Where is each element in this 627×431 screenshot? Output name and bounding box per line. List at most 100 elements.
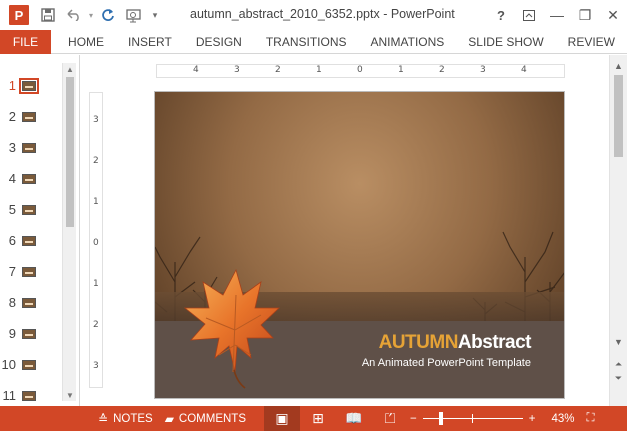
slide-number: 10 bbox=[1, 357, 16, 372]
scroll-down-arrow-icon[interactable]: ▼ bbox=[610, 335, 627, 349]
fit-slide-button[interactable]: ⛶ bbox=[580, 406, 600, 431]
zoom-percent[interactable]: 43% bbox=[537, 406, 580, 431]
restore-icon[interactable]: ❐ bbox=[571, 1, 599, 29]
slide-subtitle[interactable]: An Animated PowerPoint Template bbox=[362, 357, 531, 369]
editor-scroll-thumb[interactable] bbox=[614, 75, 623, 157]
slide-thumbnail-9[interactable]: 9 bbox=[0, 318, 62, 349]
thumbnail-scrollbar[interactable]: ▲ ▼ bbox=[62, 63, 76, 401]
slide-thumbnail-image bbox=[22, 297, 36, 308]
quick-access-toolbar: P ▾ ▾ bbox=[0, 0, 163, 30]
slide-thumbnail-3[interactable]: 3 bbox=[0, 132, 62, 163]
tab-slide-show[interactable]: SLIDE SHOW bbox=[456, 30, 555, 54]
ruler-tick-label: 4 bbox=[521, 65, 527, 75]
window-controls: ? — ❐ ✕ bbox=[487, 0, 627, 30]
reading-view-button[interactable]: 📖 bbox=[336, 406, 372, 431]
tab-file[interactable]: FILE bbox=[0, 30, 52, 54]
slide-thumbnail-1[interactable]: 1 bbox=[0, 70, 62, 101]
ruler-tick-label: 1 bbox=[93, 279, 99, 289]
thumbnail-scroll-thumb[interactable] bbox=[66, 77, 74, 227]
zoom-slider[interactable] bbox=[422, 406, 523, 431]
save-icon[interactable] bbox=[38, 4, 58, 26]
zoom-slider-track bbox=[422, 418, 523, 419]
customize-toolbar-icon[interactable]: ▾ bbox=[150, 4, 160, 26]
ruler-tick-label: 0 bbox=[93, 238, 99, 248]
zoom-slider-midmark bbox=[471, 414, 473, 423]
undo-icon[interactable] bbox=[64, 4, 84, 26]
slide-thumbnail-8[interactable]: 8 bbox=[0, 287, 62, 318]
title-bar: P ▾ ▾ autumn_abstract_2010_6352.pptx - P… bbox=[0, 0, 627, 30]
status-bar: ≙ NOTES ▰ COMMENTS ▣ ⊞ 📖 ⏍ − + 43% ⛶ bbox=[0, 406, 627, 431]
editor-scrollbar[interactable]: ▲ ▼ ⏶ ⏷ bbox=[609, 55, 627, 406]
powerpoint-app-icon[interactable]: P bbox=[9, 5, 29, 25]
slide-number: 1 bbox=[8, 78, 16, 93]
slide-thumbnail-image bbox=[19, 77, 39, 94]
ruler-tick-label: 3 bbox=[234, 65, 240, 75]
fit-to-window-icon: ⛶ bbox=[586, 412, 595, 424]
undo-dropdown-icon[interactable]: ▾ bbox=[87, 4, 95, 26]
slide-number: 5 bbox=[8, 202, 16, 217]
slide-number: 3 bbox=[8, 140, 16, 155]
next-slide-icon[interactable]: ⏷ bbox=[610, 371, 627, 385]
help-icon[interactable]: ? bbox=[487, 1, 515, 29]
slide-thumbnail-image bbox=[22, 359, 36, 370]
slide-thumbnail-6[interactable]: 6 bbox=[0, 225, 62, 256]
slide-thumbnail-image bbox=[22, 235, 36, 246]
slide-thumbnail-4[interactable]: 4 bbox=[0, 163, 62, 194]
ribbon-tabs: FILE HOME INSERT DESIGN TRANSITIONS ANIM… bbox=[0, 30, 627, 54]
slide-thumbnail-image bbox=[22, 390, 36, 401]
scroll-down-arrow-icon[interactable]: ▼ bbox=[63, 389, 77, 401]
slide-show-button[interactable]: ⏍ bbox=[372, 406, 408, 431]
slide-sorter-button[interactable]: ⊞ bbox=[300, 406, 336, 431]
presentation-icon[interactable] bbox=[124, 4, 144, 26]
slide-thumbnail-image bbox=[22, 111, 36, 122]
slide-number: 8 bbox=[8, 295, 16, 310]
slide-thumbnail-7[interactable]: 7 bbox=[0, 256, 62, 287]
slide-thumbnail-pane: 1 2 3 4 5 6 7 8 9 10 11 ▲ ▼ bbox=[0, 55, 80, 406]
comment-icon: ▰ bbox=[164, 411, 174, 426]
zoom-in-button[interactable]: + bbox=[527, 406, 538, 431]
slide-thumbnail-image bbox=[22, 204, 36, 215]
tab-home[interactable]: HOME bbox=[51, 30, 116, 54]
scroll-up-arrow-icon[interactable]: ▲ bbox=[63, 63, 77, 75]
normal-view-button[interactable]: ▣ bbox=[264, 406, 301, 431]
slide-number: 11 bbox=[2, 388, 17, 403]
slide-thumbnail-image bbox=[22, 142, 36, 153]
comments-label: COMMENTS bbox=[178, 412, 247, 425]
tab-design[interactable]: DESIGN bbox=[184, 30, 254, 54]
slide-canvas[interactable]: AUTUMNAbstract An Animated PowerPoint Te… bbox=[154, 91, 565, 399]
slide-sorter-icon: ⊞ bbox=[312, 410, 324, 426]
tab-insert[interactable]: INSERT bbox=[116, 30, 184, 54]
slide-title-accent: AUTUMN bbox=[378, 332, 459, 353]
slide-thumbnail-5[interactable]: 5 bbox=[0, 194, 62, 225]
notes-icon: ≙ bbox=[98, 411, 109, 426]
minimize-icon[interactable]: — bbox=[543, 1, 571, 29]
ruler-tick-label: 0 bbox=[357, 65, 363, 75]
tab-transitions[interactable]: TRANSITIONS bbox=[254, 30, 359, 54]
tab-review[interactable]: REVIEW bbox=[556, 30, 627, 54]
zoom-slider-knob[interactable] bbox=[438, 412, 443, 425]
redo-icon[interactable] bbox=[98, 4, 118, 26]
zoom-out-button[interactable]: − bbox=[408, 406, 419, 431]
ruler-tick-label: 1 bbox=[316, 65, 322, 75]
tab-animations[interactable]: ANIMATIONS bbox=[359, 30, 457, 54]
horizontal-ruler: 4 3 2 1 0 1 2 3 4 bbox=[156, 64, 565, 78]
previous-slide-icon[interactable]: ⏶ bbox=[610, 357, 627, 371]
ribbon-display-options-icon[interactable] bbox=[515, 1, 543, 29]
slide-title[interactable]: AUTUMNAbstract bbox=[378, 332, 532, 354]
ruler-tick-label: 4 bbox=[193, 65, 199, 75]
ruler-tick-label: 1 bbox=[93, 197, 99, 207]
comments-button[interactable]: ▰ COMMENTS bbox=[159, 406, 252, 431]
slide-title-main: Abstract bbox=[457, 332, 532, 353]
close-icon[interactable]: ✕ bbox=[599, 1, 627, 29]
notes-label: NOTES bbox=[113, 412, 153, 425]
slide-thumbnail-10[interactable]: 10 bbox=[0, 349, 62, 380]
vertical-ruler: 3 2 1 0 1 2 3 bbox=[89, 92, 103, 388]
slide-thumbnail-image bbox=[22, 173, 36, 184]
slide-number: 4 bbox=[8, 171, 16, 186]
scroll-up-arrow-icon[interactable]: ▲ bbox=[610, 59, 627, 73]
slide-thumbnail-2[interactable]: 2 bbox=[0, 101, 62, 132]
slide-show-icon: ⏍ bbox=[384, 410, 396, 426]
notes-button[interactable]: ≙ NOTES bbox=[92, 406, 159, 431]
slide-number: 2 bbox=[8, 109, 16, 124]
ruler-tick-label: 2 bbox=[439, 65, 445, 75]
